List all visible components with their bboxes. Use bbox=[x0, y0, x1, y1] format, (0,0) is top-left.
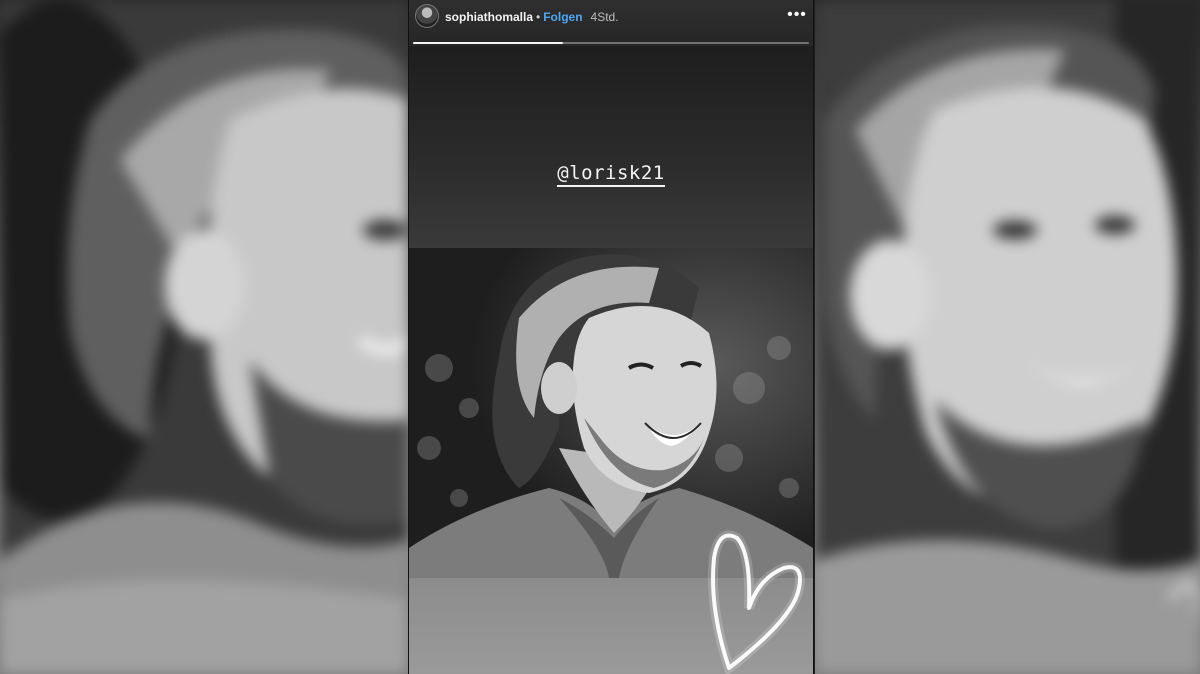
story-progress-bar bbox=[413, 42, 809, 44]
story-header: sophiathomalla • Folgen 4Std. ••• bbox=[409, 0, 813, 46]
blurred-portrait-right bbox=[815, 0, 1200, 674]
heart-sticker-icon bbox=[708, 530, 805, 674]
story-progress-fill bbox=[413, 42, 564, 44]
blurred-background-right bbox=[815, 0, 1200, 674]
story-panel[interactable]: sophiathomalla • Folgen 4Std. ••• @lorisk21 bbox=[409, 0, 813, 674]
user-avatar[interactable] bbox=[415, 4, 439, 28]
mention-text[interactable]: @lorisk21 bbox=[557, 162, 665, 187]
follow-button[interactable]: Folgen bbox=[543, 10, 582, 24]
mention-tag[interactable]: @lorisk21 bbox=[409, 162, 813, 187]
blurred-portrait-left bbox=[0, 0, 408, 674]
story-timestamp: 4Std. bbox=[590, 10, 619, 24]
more-horizontal-icon[interactable]: ••• bbox=[787, 7, 807, 23]
username-link[interactable]: sophiathomalla bbox=[445, 10, 533, 24]
header-separator: • bbox=[536, 10, 541, 24]
header-info: sophiathomalla • Folgen 4Std. bbox=[445, 10, 619, 24]
story-text-area: @lorisk21 bbox=[409, 46, 813, 248]
story-viewer: sophiathomalla • Folgen 4Std. ••• @lorisk21 bbox=[0, 0, 1200, 674]
blurred-background-left bbox=[0, 0, 408, 674]
